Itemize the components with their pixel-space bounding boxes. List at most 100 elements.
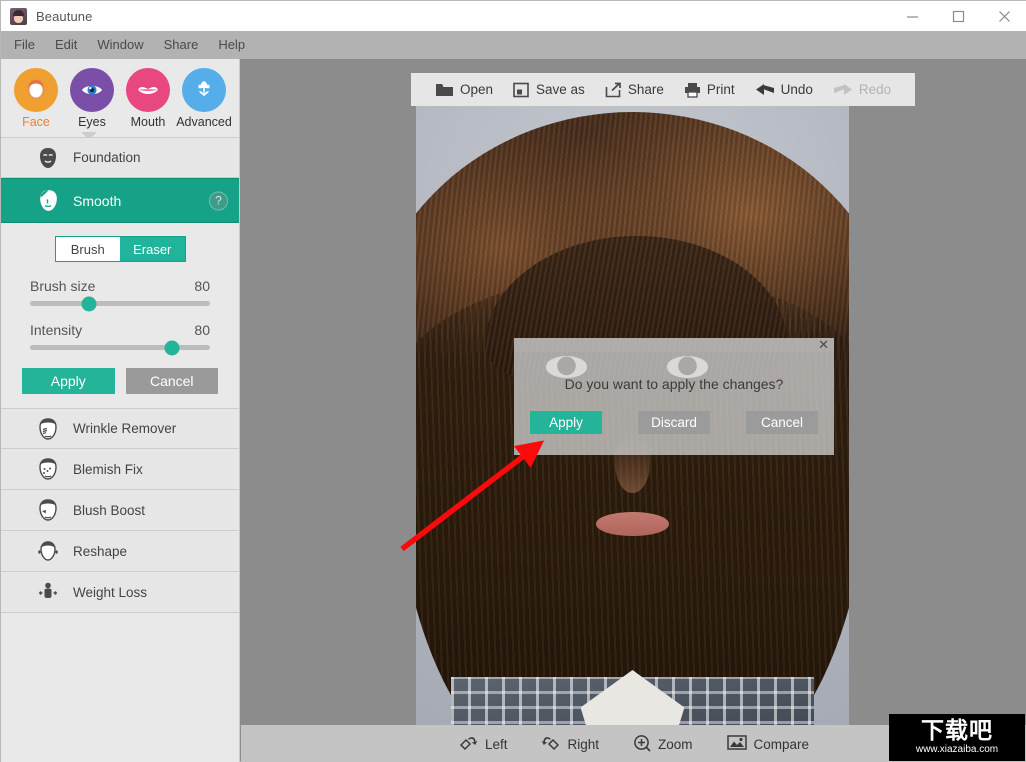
undo-button[interactable]: Undo (745, 73, 823, 106)
intensity-value: 80 (194, 322, 210, 338)
watermark: 下载吧 www.xiazaiba.com (889, 714, 1025, 761)
maximize-icon[interactable] (935, 1, 981, 31)
menu-item-share[interactable]: Share (154, 31, 209, 59)
watermark-url: www.xiazaiba.com (915, 744, 999, 755)
weight-loss-icon (35, 579, 61, 605)
blemish-face-icon (35, 456, 61, 482)
dialog-title-bar: ✕ (514, 338, 834, 352)
intensity-slider-group: Intensity 80 (30, 322, 210, 355)
help-icon[interactable]: ? (209, 191, 228, 210)
redo-label: Redo (858, 82, 892, 97)
dialog-cancel-button[interactable]: Cancel (746, 411, 818, 434)
save-as-label: Save as (536, 82, 585, 97)
cancel-button[interactable]: Cancel (125, 368, 218, 394)
menu-item-window[interactable]: Window (87, 31, 153, 59)
compare-button[interactable]: Compare (726, 734, 810, 754)
sidebar-item-label-weight-loss: Weight Loss (73, 584, 148, 600)
category-tab-advanced[interactable]: Advanced (176, 68, 232, 129)
brush-size-slider[interactable] (30, 296, 210, 311)
smooth-panel: Brush Eraser Brush size 80 Intensity 80 (1, 223, 239, 408)
rotate-right-icon (541, 734, 560, 754)
minimize-icon[interactable] (889, 1, 935, 31)
sidebar-item-weight-loss[interactable]: Weight Loss (1, 572, 239, 613)
print-button[interactable]: Print (674, 73, 745, 106)
face-icon (14, 68, 58, 112)
zoom-button[interactable]: Zoom (633, 734, 693, 755)
sidebar-item-blush-boost[interactable]: Blush Boost (1, 490, 239, 531)
title-bar: Beautune (1, 1, 1026, 31)
category-label-mouth: Mouth (130, 115, 166, 129)
sidebar-item-blemish-fix[interactable]: Blemish Fix (1, 449, 239, 490)
zoom-label: Zoom (658, 736, 693, 752)
brush-size-slider-knob[interactable] (81, 296, 97, 311)
dialog-apply-button[interactable]: Apply (530, 411, 602, 434)
rotate-left-label: Left (484, 736, 508, 752)
print-label: Print (706, 82, 735, 97)
eraser-mode-button[interactable]: Eraser (120, 237, 185, 261)
open-button[interactable]: Open (425, 73, 503, 106)
dialog-actions: Apply Discard Cancel (514, 411, 834, 434)
compare-image-icon (726, 734, 747, 754)
category-tab-mouth[interactable]: Mouth (121, 68, 175, 129)
intensity-slider[interactable] (30, 340, 210, 355)
sidebar-item-label-smooth: Smooth (73, 192, 122, 209)
reshape-face-icon (35, 538, 61, 564)
sidebar-item-label-blemish-fix: Blemish Fix (73, 461, 143, 477)
rotate-left-icon (459, 734, 478, 754)
zoom-in-icon (633, 734, 651, 755)
rotate-right-button[interactable]: Right (541, 734, 599, 754)
rotate-left-button[interactable]: Left (459, 734, 508, 754)
save-icon (513, 82, 530, 98)
undo-label: Undo (780, 82, 813, 97)
smooth-face-icon (35, 188, 61, 214)
category-label-face: Face (22, 115, 50, 129)
redo-button[interactable]: Redo (823, 73, 901, 106)
image-toolbar: Open Save as Share Print Undo Redo (411, 73, 916, 106)
brush-mode-button[interactable]: Brush (55, 237, 120, 261)
category-label-eyes: Eyes (78, 115, 106, 129)
close-icon[interactable]: ✕ (818, 338, 829, 351)
brush-size-label: Brush size (30, 278, 96, 294)
lips-icon (126, 68, 170, 112)
category-tab-eyes[interactable]: Eyes (65, 68, 119, 129)
window-controls (889, 1, 1026, 31)
share-label: Share (627, 82, 664, 97)
redo-arrow-icon (833, 82, 853, 98)
sidebar-item-label-wrinkle-remover: Wrinkle Remover (73, 421, 177, 436)
category-tabs: Face Eyes Mouth Advanced (1, 59, 239, 133)
intensity-slider-knob[interactable] (164, 340, 180, 355)
blush-face-icon (35, 497, 61, 523)
sidebar-item-foundation[interactable]: Foundation (1, 137, 239, 178)
dialog-discard-button[interactable]: Discard (638, 411, 710, 434)
brush-size-value: 80 (194, 278, 210, 294)
app-window: Beautune File Edit Window Share Help Fac… (0, 0, 1026, 762)
undo-arrow-icon (755, 82, 775, 98)
foundation-face-icon (35, 145, 61, 171)
save-as-button[interactable]: Save as (503, 73, 595, 106)
sidebar-item-label-reshape: Reshape (73, 543, 128, 559)
sidebar-item-label-foundation: Foundation (73, 150, 141, 165)
compare-label: Compare (753, 736, 810, 752)
dialog-message: Do you want to apply the changes? (564, 376, 784, 392)
brush-size-slider-group: Brush size 80 (30, 278, 210, 311)
printer-icon (684, 82, 701, 98)
confirm-dialog: ✕ Do you want to apply the changes? Appl… (514, 338, 834, 455)
sidebar-item-smooth[interactable]: Smooth ? (1, 178, 239, 223)
sidebar-item-reshape[interactable]: Reshape (1, 531, 239, 572)
menu-item-edit[interactable]: Edit (45, 31, 87, 59)
rotate-right-label: Right (567, 736, 599, 752)
category-tab-face[interactable]: Face (9, 68, 63, 129)
sidebar-item-label-blush-boost: Blush Boost (73, 502, 146, 518)
intensity-label: Intensity (30, 322, 83, 338)
category-label-advanced: Advanced (176, 115, 232, 129)
brush-eraser-toggle: Brush Eraser (54, 236, 186, 262)
share-button[interactable]: Share (595, 73, 674, 106)
flower-icon (182, 68, 226, 112)
apply-button[interactable]: Apply (22, 368, 115, 394)
menu-bar: File Edit Window Share Help (1, 31, 1026, 59)
panel-actions: Apply Cancel (22, 368, 218, 394)
menu-item-file[interactable]: File (4, 31, 45, 59)
close-icon[interactable] (981, 1, 1026, 31)
menu-item-help[interactable]: Help (208, 31, 255, 59)
sidebar-item-wrinkle-remover[interactable]: Wrinkle Remover (1, 408, 239, 449)
